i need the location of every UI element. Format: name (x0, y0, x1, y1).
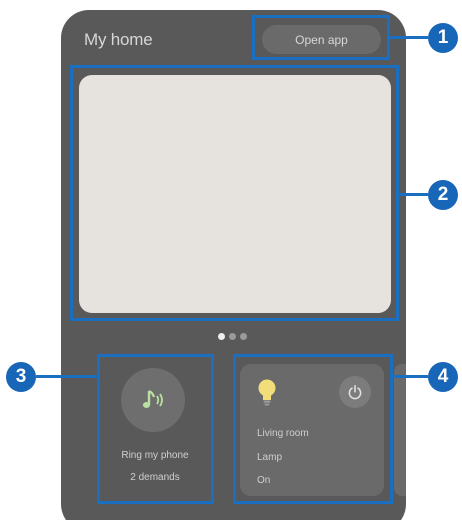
callout-badge-1: 1 (428, 23, 458, 53)
callout-frame-4 (233, 354, 393, 504)
next-device-card[interactable] (394, 364, 406, 496)
page-dot[interactable] (240, 333, 247, 340)
callout-frame-1 (252, 15, 390, 60)
callout-line-4 (393, 375, 428, 378)
callout-line-2 (399, 193, 428, 196)
page-indicator (218, 333, 247, 340)
screenshot: My home Open app Ring my phone 2 demands (0, 0, 462, 520)
page-title: My home (84, 30, 153, 49)
page-dot[interactable] (229, 333, 236, 340)
callout-badge-2: 2 (428, 180, 458, 210)
callout-line-1 (390, 36, 428, 39)
callout-frame-2 (70, 65, 399, 321)
callout-badge-3: 3 (6, 362, 36, 392)
page-dot-active[interactable] (218, 333, 225, 340)
callout-frame-3 (97, 354, 214, 504)
callout-line-3 (36, 375, 97, 378)
callout-badge-4: 4 (428, 362, 458, 392)
